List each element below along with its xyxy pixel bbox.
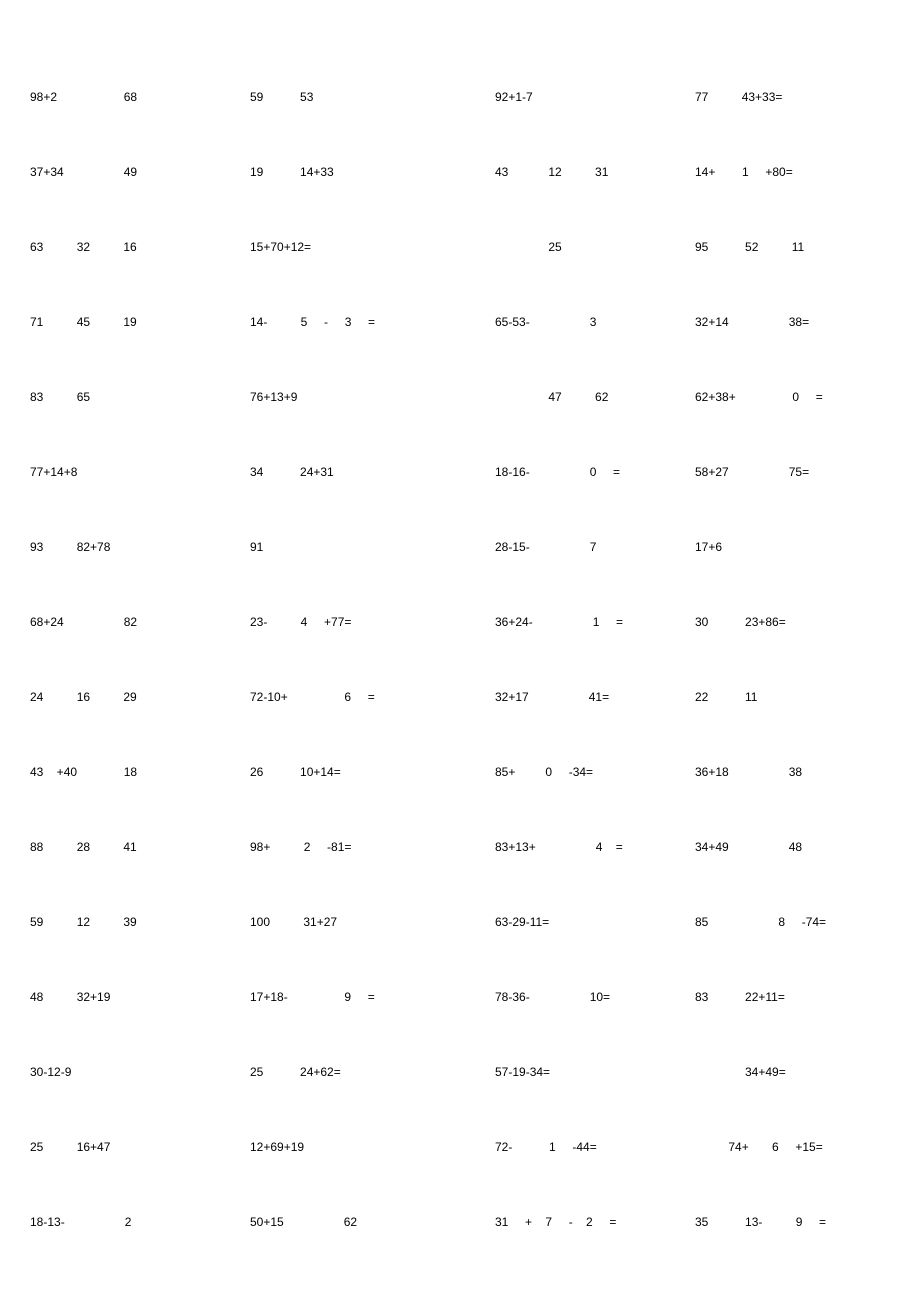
cell: 30-12-9 <box>30 1065 250 1079</box>
worksheet-row: 63 32 16 15+70+12= 25 95 52 11 <box>30 240 890 315</box>
cell: 68+24 82 <box>30 615 250 629</box>
cell: 14+ 1 +80= <box>695 165 890 179</box>
cell: 59 53 <box>250 90 495 104</box>
worksheet-row: 24 16 29 72-10+ 6 = 32+17 41= 22 11 <box>30 690 890 765</box>
worksheet-row: 93 82+78 91 28-15- 7 17+6 <box>30 540 890 615</box>
cell: 59 12 39 <box>30 915 250 929</box>
cell: 63 32 16 <box>30 240 250 254</box>
cell: 36+18 38 <box>695 765 890 779</box>
cell: 72- 1 -44= <box>495 1140 695 1154</box>
cell: 19 14+33 <box>250 165 495 179</box>
worksheet-row: 43 +40 18 26 10+14= 85+ 0 -34= 36+18 38 <box>30 765 890 840</box>
cell: 18-13- 2 <box>30 1215 250 1229</box>
worksheet-row: 77+14+8 34 24+31 18-16- 0 = 58+27 75= <box>30 465 890 540</box>
cell: 77+14+8 <box>30 465 250 479</box>
worksheet-row: 71 45 19 14- 5 - 3 = 65-53- 3 32+14 38= <box>30 315 890 390</box>
cell: 12+69+19 <box>250 1140 495 1154</box>
worksheet-row: 83 65 76+13+9 47 62 62+38+ 0 = <box>30 390 890 465</box>
cell: 50+15 62 <box>250 1215 495 1229</box>
cell: 14- 5 - 3 = <box>250 315 495 329</box>
cell: 88 28 41 <box>30 840 250 854</box>
cell: 57-19-34= <box>495 1065 695 1079</box>
cell: 35 13- 9 = <box>695 1215 890 1229</box>
cell: 26 10+14= <box>250 765 495 779</box>
cell: 72-10+ 6 = <box>250 690 495 704</box>
worksheet-row: 37+34 49 19 14+33 43 12 31 14+ 1 +80= <box>30 165 890 240</box>
worksheet-page: 98+2 68 59 53 92+1-7 77 43+33= 37+34 49 … <box>0 0 920 1301</box>
cell: 36+24- 1 = <box>495 615 695 629</box>
cell: 43 +40 18 <box>30 765 250 779</box>
cell: 43 12 31 <box>495 165 695 179</box>
cell: 100 31+27 <box>250 915 495 929</box>
cell: 23- 4 +77= <box>250 615 495 629</box>
cell: 34+49= <box>695 1065 890 1079</box>
cell: 47 62 <box>495 390 695 404</box>
cell: 15+70+12= <box>250 240 495 254</box>
cell: 71 45 19 <box>30 315 250 329</box>
cell: 95 52 11 <box>695 240 890 254</box>
worksheet-row: 18-13- 2 50+15 62 31 + 7 - 2 = 35 13- 9 … <box>30 1215 890 1290</box>
cell: 31 + 7 - 2 = <box>495 1215 695 1229</box>
cell: 25 24+62= <box>250 1065 495 1079</box>
worksheet-row: 30-12-9 25 24+62= 57-19-34= 34+49= <box>30 1065 890 1140</box>
worksheet-row: 25 16+47 12+69+19 72- 1 -44= 74+ 6 +15= <box>30 1140 890 1215</box>
cell: 18-16- 0 = <box>495 465 695 479</box>
cell: 98+2 68 <box>30 90 250 104</box>
cell: 83 22+11= <box>695 990 890 1004</box>
worksheet-row: 88 28 41 98+ 2 -81= 83+13+ 4 = 34+49 48 <box>30 840 890 915</box>
cell: 24 16 29 <box>30 690 250 704</box>
worksheet-row: 48 32+19 17+18- 9 = 78-36- 10= 83 22+11= <box>30 990 890 1065</box>
cell: 76+13+9 <box>250 390 495 404</box>
cell: 30 23+86= <box>695 615 890 629</box>
cell: 22 11 <box>695 690 890 704</box>
cell: 93 82+78 <box>30 540 250 554</box>
cell: 83 65 <box>30 390 250 404</box>
worksheet-row: 98+2 68 59 53 92+1-7 77 43+33= <box>30 90 890 165</box>
cell: 74+ 6 +15= <box>695 1140 890 1154</box>
cell: 85 8 -74= <box>695 915 890 929</box>
cell: 34+49 48 <box>695 840 890 854</box>
cell: 92+1-7 <box>495 90 695 104</box>
cell: 78-36- 10= <box>495 990 695 1004</box>
cell: 17+6 <box>695 540 890 554</box>
cell: 77 43+33= <box>695 90 890 104</box>
cell: 83+13+ 4 = <box>495 840 695 854</box>
worksheet-row: 59 12 39 100 31+27 63-29-11= 85 8 -74= <box>30 915 890 990</box>
cell: 37+34 49 <box>30 165 250 179</box>
cell: 85+ 0 -34= <box>495 765 695 779</box>
cell: 32+17 41= <box>495 690 695 704</box>
cell: 25 <box>495 240 695 254</box>
cell: 65-53- 3 <box>495 315 695 329</box>
cell: 17+18- 9 = <box>250 990 495 1004</box>
cell: 28-15- 7 <box>495 540 695 554</box>
cell: 98+ 2 -81= <box>250 840 495 854</box>
cell: 91 <box>250 540 495 554</box>
worksheet-row: 68+24 82 23- 4 +77= 36+24- 1 = 30 23+86= <box>30 615 890 690</box>
cell: 62+38+ 0 = <box>695 390 890 404</box>
cell: 58+27 75= <box>695 465 890 479</box>
cell: 32+14 38= <box>695 315 890 329</box>
cell: 63-29-11= <box>495 915 695 929</box>
cell: 34 24+31 <box>250 465 495 479</box>
cell: 25 16+47 <box>30 1140 250 1154</box>
cell: 48 32+19 <box>30 990 250 1004</box>
